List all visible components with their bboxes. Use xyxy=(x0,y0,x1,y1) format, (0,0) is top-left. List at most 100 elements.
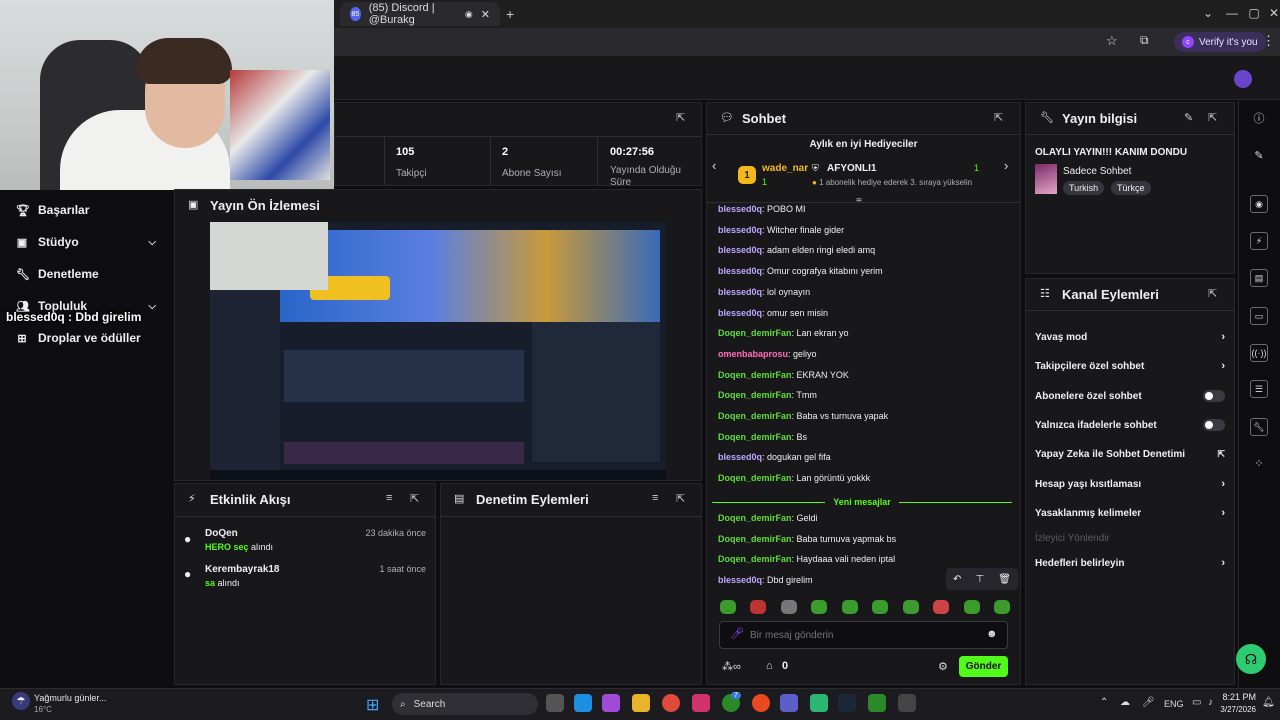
chat-username[interactable]: Doqen_demirFan xyxy=(718,513,792,523)
weather-icon[interactable]: ☂ xyxy=(12,692,30,710)
popout-icon[interactable]: ⇱ xyxy=(410,492,419,505)
popout-icon[interactable]: ⇱ xyxy=(994,111,1003,124)
category-name[interactable]: Sadece Sohbet xyxy=(1063,166,1131,177)
chat-message[interactable]: Doqen_demirFan: Baba vs turnuva yapak xyxy=(718,411,1018,422)
steam-icon[interactable] xyxy=(838,694,856,712)
chat-message[interactable]: Doqen_demirFan: Bs xyxy=(718,432,1018,443)
action-ai-moderation[interactable]: Yapay Zeka ile Sohbet Denetimi ⇱ xyxy=(1035,444,1225,464)
microphone-icon[interactable]: 🎤︎ xyxy=(1142,697,1155,708)
emote-icon[interactable] xyxy=(841,600,858,614)
maximize-button[interactable]: ▢ xyxy=(1244,6,1264,20)
chat-username[interactable]: Doqen_demirFan xyxy=(718,370,792,380)
chat-message[interactable]: blessed0q: Omur cografya kitabını yerim xyxy=(718,266,1018,277)
instagram-icon[interactable] xyxy=(692,694,710,712)
chrome-icon[interactable] xyxy=(662,694,680,712)
sidebar-item-moderation[interactable]: 🔧︎ Denetleme xyxy=(0,258,172,290)
dashboard-icon[interactable]: ☰ xyxy=(1250,380,1268,398)
category-thumbnail[interactable] xyxy=(1035,164,1057,194)
tag-chip[interactable]: Turkish xyxy=(1063,181,1105,195)
emote-icon[interactable] xyxy=(780,600,797,614)
more-menu-icon[interactable]: ⋮ xyxy=(1262,33,1275,49)
emote-icon[interactable] xyxy=(963,600,980,614)
task-view-icon[interactable] xyxy=(546,694,564,712)
info-icon[interactable]: ⓘ xyxy=(1250,109,1268,127)
store-icon[interactable]: ⌂ xyxy=(766,660,773,672)
popout-icon[interactable]: ⇱ xyxy=(676,111,685,124)
edge-icon[interactable] xyxy=(574,694,592,712)
notifications-icon[interactable]: 🔔︎ xyxy=(1262,697,1275,708)
brave-icon[interactable] xyxy=(752,694,770,712)
popout-icon[interactable]: ⇱ xyxy=(1208,287,1217,300)
language-indicator[interactable]: ENG xyxy=(1164,699,1184,709)
users-infinity-icon[interactable]: ⁂∞ xyxy=(722,660,741,673)
popout-icon[interactable]: ⇱ xyxy=(1208,111,1217,124)
action-followers-only[interactable]: Takipçilere özel sohbet › xyxy=(1035,356,1225,376)
chat-icon[interactable]: ▭ xyxy=(1250,307,1268,325)
minimize-button[interactable]: — xyxy=(1222,6,1242,20)
sidebar-item-drops[interactable]: ⊞ Droplar ve ödüller xyxy=(0,322,172,354)
emoji-icon[interactable]: ☻ xyxy=(986,628,998,640)
trash-icon[interactable]: 🗑︎ xyxy=(998,574,1011,585)
filter-icon[interactable]: ≡ xyxy=(652,492,658,504)
chat-message[interactable]: blessed0q: lol oynayın xyxy=(718,287,1018,298)
new-tab-button[interactable]: + xyxy=(506,6,514,22)
send-button[interactable]: Gönder xyxy=(959,656,1008,677)
taskbar-search[interactable]: ⌕ Search xyxy=(392,693,538,715)
emote-only-toggle[interactable] xyxy=(1203,419,1225,431)
emote-icon[interactable] xyxy=(720,600,736,614)
pencil-icon[interactable]: ✎ xyxy=(1250,146,1268,164)
xbox-app-icon[interactable] xyxy=(868,694,886,712)
emote-icon[interactable] xyxy=(811,600,828,614)
chat-message[interactable]: Doqen_demirFan: Lan ekran yo xyxy=(718,328,1018,339)
close-icon[interactable]: ✕ xyxy=(481,8,490,21)
broadcast-icon[interactable]: ((·)) xyxy=(1250,344,1268,362)
stream-preview-video[interactable] xyxy=(210,222,666,480)
subscribers-only-toggle[interactable] xyxy=(1203,390,1225,402)
chat-username[interactable]: Doqen_demirFan xyxy=(718,554,792,564)
chat-username[interactable]: blessed0q xyxy=(718,266,762,276)
filter-icon[interactable]: ≡ xyxy=(386,492,392,504)
browser-tab-discord[interactable]: 85 (85) Discord | @Burakg ◉ ✕ xyxy=(340,2,500,26)
weather-title[interactable]: Yağmurlu günler... xyxy=(34,693,106,703)
gear-icon[interactable]: ⚙ xyxy=(938,660,948,673)
chat-username[interactable]: blessed0q xyxy=(718,452,762,462)
clock-date[interactable]: 3/27/2026 xyxy=(1206,705,1256,714)
cloud-icon[interactable]: ☁ xyxy=(1120,697,1130,708)
close-window-button[interactable]: ✕ xyxy=(1264,6,1280,20)
chat-message[interactable]: blessed0q: Witcher finale gider xyxy=(718,225,1018,236)
chat-message[interactable]: Doqen_demirFan: Tmm xyxy=(718,390,1018,401)
chevron-up-icon[interactable]: ⌃ xyxy=(1100,697,1108,708)
chat-message[interactable]: blessed0q: dogukan gel fifa xyxy=(718,452,1018,463)
event-user[interactable]: DoQen xyxy=(205,528,238,539)
emote-icon[interactable] xyxy=(993,600,1010,614)
chat-message[interactable]: blessed0q: adam elden ringi eledi amq xyxy=(718,245,1018,256)
kick-icon[interactable] xyxy=(810,694,828,712)
chat-message[interactable]: Doqen_demirFan: Lan görüntü yokkk xyxy=(718,473,1018,484)
sidebar-item-studio[interactable]: ▣ Stüdyo ⌵ xyxy=(0,226,172,258)
chat-message[interactable]: Doqen_demirFan: Geldi xyxy=(718,513,1018,524)
chat-message[interactable]: blessed0q: POBO MI xyxy=(718,204,1018,215)
monitor-icon[interactable]: ▭ xyxy=(1192,697,1201,708)
chat-username[interactable]: Doqen_demirFan xyxy=(718,390,792,400)
wrench-icon[interactable]: 🔧︎ xyxy=(1250,418,1268,436)
extensions-icon[interactable]: ⧉ xyxy=(1140,33,1149,48)
chat-username[interactable]: blessed0q xyxy=(718,287,762,297)
emote-icon[interactable] xyxy=(750,600,767,614)
gifter-name[interactable]: AFYONLI1 xyxy=(827,163,876,174)
chat-username[interactable]: Doqen_demirFan xyxy=(718,473,792,483)
chevron-right-icon[interactable]: › xyxy=(1004,158,1008,173)
emote-icon[interactable] xyxy=(872,600,889,614)
chat-message[interactable]: Doqen_demirFan: Haydaaa vali neden iptal xyxy=(718,554,1018,565)
reply-icon[interactable]: ↶ xyxy=(953,574,961,585)
action-account-age[interactable]: Hesap yaşı kısıtlaması › xyxy=(1035,474,1225,494)
chevron-down-icon[interactable]: ⌄ xyxy=(1198,6,1218,20)
chat-message[interactable]: blessed0q: omur sen misin xyxy=(718,308,1018,319)
popout-icon[interactable]: ⇱ xyxy=(676,492,685,505)
action-slow-mode[interactable]: Yavaş mod › xyxy=(1035,327,1225,347)
chat-username[interactable]: Doqen_demirFan xyxy=(718,328,792,338)
chat-username[interactable]: Doqen_demirFan xyxy=(718,534,792,544)
verify-profile-button[interactable]: c Verify it's you xyxy=(1174,32,1266,52)
star-icon[interactable]: ☆ xyxy=(1106,33,1118,49)
chat-username[interactable]: blessed0q xyxy=(718,575,762,585)
clipboard-icon[interactable]: ▤ xyxy=(1250,269,1268,287)
